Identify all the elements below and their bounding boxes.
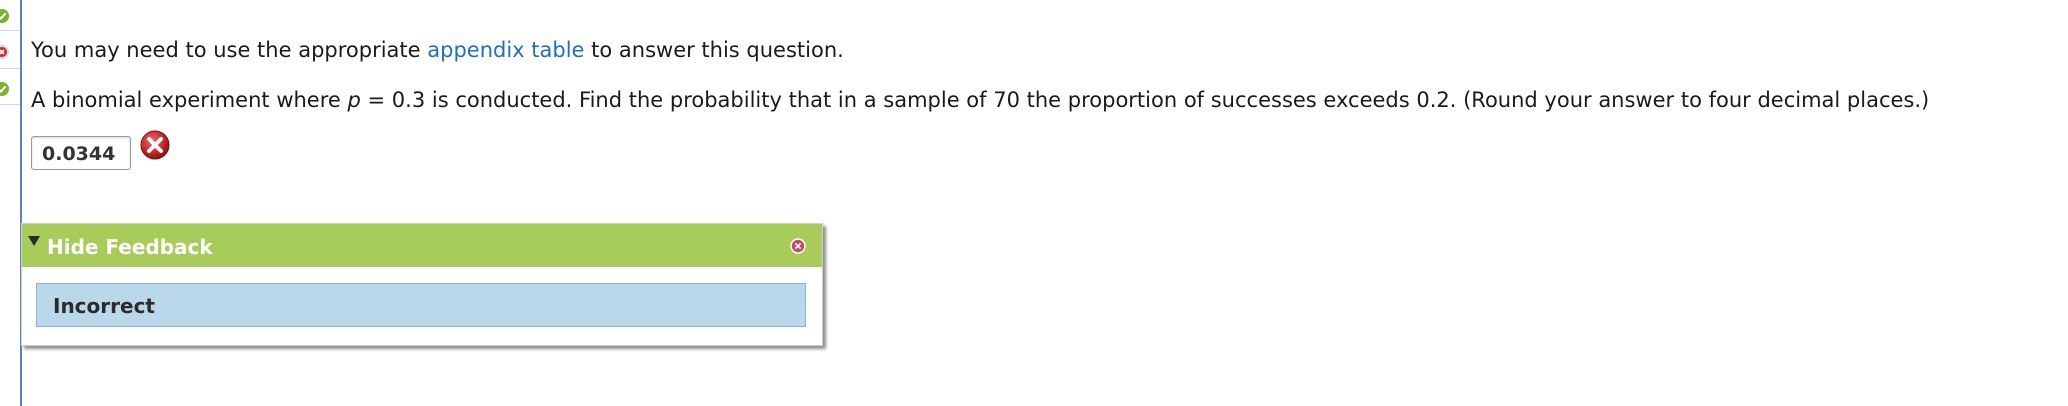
gutter-divider	[0, 30, 20, 31]
prompt-prefix: A binomial experiment where	[31, 88, 348, 112]
incorrect-x-icon	[0, 45, 9, 59]
answer-input[interactable]: 0.0344	[31, 136, 131, 170]
gutter-divider	[0, 68, 20, 69]
gutter-divider	[0, 104, 20, 105]
hide-feedback-toggle[interactable]: Hide Feedback	[47, 235, 213, 259]
correct-check-icon	[0, 9, 9, 23]
close-icon[interactable]	[790, 238, 806, 254]
instruction-prefix: You may need to use the appropriate	[31, 38, 428, 62]
prompt-variable: p	[347, 88, 361, 112]
feedback-panel: Hide Feedback Incorrect	[21, 223, 823, 346]
question-status-gutter	[0, 0, 20, 406]
question-prompt: A binomial experiment where p = 0.3 is c…	[31, 88, 1929, 112]
instruction-suffix: to answer this question.	[584, 38, 844, 62]
feedback-result-box: Incorrect	[36, 283, 806, 327]
appendix-table-link[interactable]: appendix table	[427, 38, 584, 62]
feedback-result-text: Incorrect	[53, 294, 155, 318]
question-page: You may need to use the appropriate appe…	[0, 0, 2068, 406]
incorrect-answer-icon	[139, 129, 171, 161]
correct-check-icon	[0, 82, 9, 96]
collapse-triangle-icon[interactable]	[28, 236, 40, 246]
feedback-header: Hide Feedback	[22, 224, 822, 267]
prompt-suffix: = 0.3 is conducted. Find the probability…	[360, 88, 1930, 112]
instruction-text: You may need to use the appropriate appe…	[31, 38, 844, 62]
